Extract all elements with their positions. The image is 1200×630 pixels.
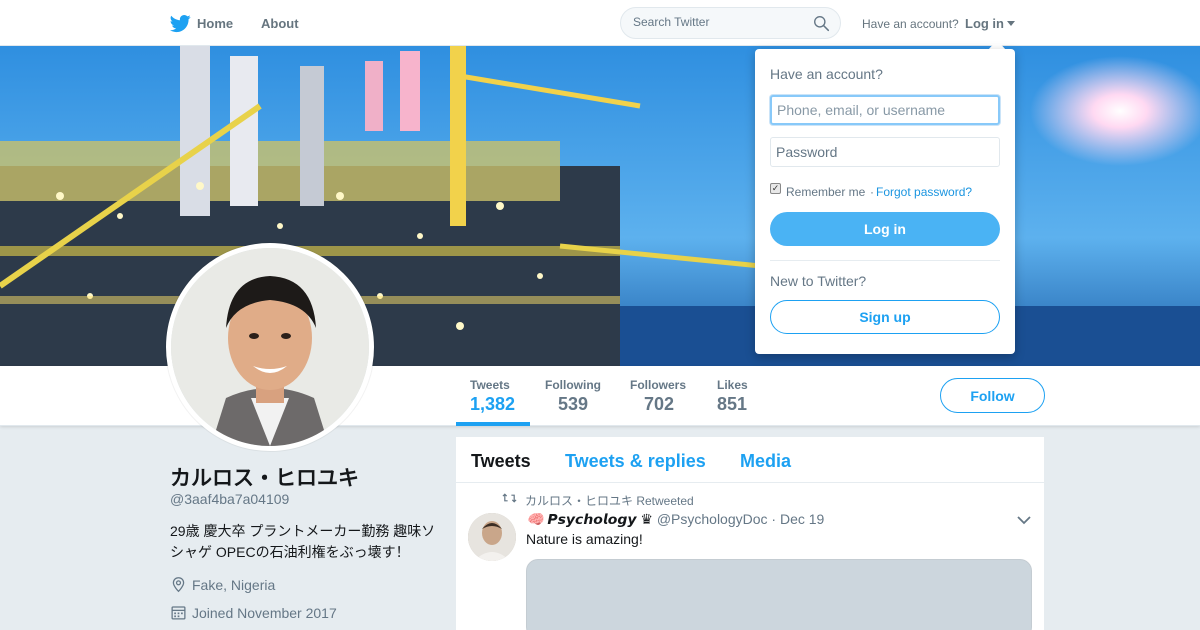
- retweet-context[interactable]: カルロス・ヒロユキ Retweeted: [525, 492, 694, 509]
- avatar-photo: [171, 248, 369, 446]
- nav-login-link[interactable]: Log in: [965, 16, 1004, 31]
- tweet-media[interactable]: [526, 559, 1032, 630]
- nav-home-link[interactable]: Home: [197, 16, 233, 31]
- username-input[interactable]: [770, 95, 1000, 125]
- new-to-twitter-text: New to Twitter?: [770, 273, 867, 289]
- login-dropdown: Have an account? ✓ Remember me · Forgot …: [755, 49, 1015, 354]
- profile-handle[interactable]: @3aaf4ba7a04109: [170, 491, 289, 507]
- timeline-tabs: Tweets Tweets & replies Media: [456, 437, 1044, 483]
- tab-tweets[interactable]: Tweets: [471, 451, 531, 472]
- tweet-author-photo: [468, 513, 516, 561]
- top-nav: Home About Have an account? Log in: [0, 0, 1200, 46]
- stat-value: 851: [717, 394, 748, 414]
- calendar-icon: [171, 606, 186, 620]
- stat-value: 1,382: [470, 394, 516, 414]
- profile-bio: 29歳 慶大卒 プラントメーカー勤務 趣味ソシャゲ OPECの石油利権をぶっ壊す…: [170, 523, 436, 560]
- tweet-author-name[interactable]: 🧠 𝙋𝙨𝙮𝙘𝙝𝙤𝙡𝙤𝙜𝙮 ♛: [526, 511, 653, 527]
- active-tab-underline: [456, 422, 530, 426]
- signup-button[interactable]: Sign up: [770, 300, 1000, 334]
- stat-label: Likes: [717, 378, 748, 392]
- joined-text: Joined November 2017: [192, 605, 337, 621]
- stat-value: 539: [558, 394, 589, 414]
- divider: [770, 260, 1000, 261]
- search-icon[interactable]: [813, 15, 830, 32]
- stat-likes[interactable]: Likes 851: [717, 378, 748, 415]
- forgot-password-link[interactable]: Forgot password?: [876, 185, 972, 199]
- stat-label: Following: [545, 378, 601, 392]
- have-account-text: Have an account?: [862, 17, 959, 31]
- stat-following[interactable]: Following 539: [545, 378, 601, 415]
- retweet-icon: [502, 493, 517, 503]
- separator-dot: ·: [870, 185, 874, 199]
- stat-value: 702: [644, 394, 675, 414]
- caret-down-icon[interactable]: [1007, 21, 1015, 26]
- follow-button[interactable]: Follow: [940, 378, 1045, 413]
- search-input[interactable]: [633, 15, 803, 29]
- profile-name[interactable]: カルロス・ヒロユキ: [170, 462, 359, 492]
- stat-followers[interactable]: Followers 702: [630, 378, 686, 415]
- remember-me-label[interactable]: Remember me: [786, 185, 865, 199]
- timeline: Tweets Tweets & replies Media カルロス・ヒロユキ …: [456, 437, 1044, 630]
- tab-media[interactable]: Media: [740, 451, 791, 472]
- location-text: Fake, Nigeria: [192, 577, 276, 593]
- tweet-date[interactable]: · Dec 19: [771, 511, 824, 527]
- stat-tweets[interactable]: Tweets 1,382: [470, 378, 515, 415]
- nav-about-link[interactable]: About: [261, 16, 299, 31]
- location-pin-icon: [172, 577, 185, 593]
- search-box: [620, 7, 841, 39]
- tab-tweets-replies[interactable]: Tweets & replies: [565, 451, 706, 472]
- password-input[interactable]: [770, 137, 1000, 167]
- stat-label: Tweets: [470, 378, 510, 392]
- chevron-down-icon[interactable]: [1017, 515, 1031, 525]
- remember-me-checkbox[interactable]: ✓: [770, 183, 781, 194]
- tweet-text: Nature is amazing!: [526, 531, 643, 547]
- stat-label: Followers: [630, 378, 687, 392]
- profile-avatar[interactable]: [166, 243, 374, 451]
- tweet-author-avatar[interactable]: [468, 513, 516, 561]
- dropdown-title: Have an account?: [770, 66, 883, 82]
- twitter-bird-icon[interactable]: [170, 13, 191, 34]
- tweet-header: 🧠 𝙋𝙨𝙮𝙘𝙝𝙤𝙡𝙤𝙜𝙮 ♛ @PsychologyDoc · Dec 19: [526, 511, 824, 528]
- tweet-author-handle[interactable]: @PsychologyDoc: [657, 511, 768, 527]
- login-button[interactable]: Log in: [770, 212, 1000, 246]
